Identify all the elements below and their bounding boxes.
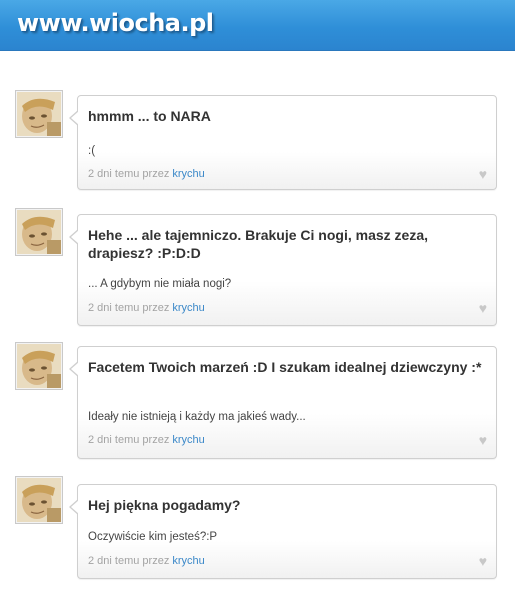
comment-title: Hej piękna pogadamy? [88,497,241,513]
bubble-pointer-fill [71,111,79,125]
reply-text: Ideały nie istnieją i każdy ma jakieś wa… [88,411,306,423]
user-photo-icon [17,210,61,254]
avatar[interactable] [15,90,63,138]
heart-icon[interactable]: ♥ [479,433,487,447]
author-link[interactable]: krychu [172,555,204,567]
author-link[interactable]: krychu [172,168,204,180]
site-logo[interactable]: www.wiocha.pl [17,9,214,37]
comment-bubble: Facetem Twoich marzeń :D I szukam idealn… [69,346,497,459]
comment-meta: 2 dni temu przez krychu [88,434,205,446]
comment-meta: 2 dni temu przez krychu [88,168,205,180]
reply-text: ... A gdybym nie miała nogi? [88,278,232,290]
top-bar: www.wiocha.pl [0,0,515,51]
comment-title: hmmm ... to NARA [88,108,211,124]
comment-bubble: Hehe ... ale tajemniczo. Brakuje Ci nogi… [69,214,497,326]
user-photo-icon [17,478,61,522]
comment-title: Facetem Twoich marzeń :D I szukam idealn… [88,359,482,375]
comment-meta: 2 dni temu przez krychu [88,555,205,567]
avatar[interactable] [15,476,63,524]
bubble-pointer-fill [71,362,79,376]
heart-icon[interactable]: ♥ [479,554,487,568]
bubble-pointer-fill [71,500,79,514]
author-link[interactable]: krychu [172,434,204,446]
comment-meta: 2 dni temu przez krychu [88,302,205,314]
heart-icon[interactable]: ♥ [479,167,487,181]
reply-text: Oczywiście kim jesteś?:P [88,531,218,543]
time-ago: 2 dni temu przez [88,555,170,567]
time-ago: 2 dni temu przez [88,302,170,314]
bubble-pointer-fill [71,230,79,244]
avatar[interactable] [15,208,63,256]
comment-title: Hehe ... ale tajemniczo. Brakuje Ci nogi… [88,227,428,261]
user-photo-icon [17,92,61,136]
author-link[interactable]: krychu [172,302,204,314]
user-photo-icon [17,344,61,388]
comment-bubble: Hej piękna pogadamy? Oczywiście kim jest… [69,484,497,579]
comment-bubble: hmmm ... to NARA :( 2 dni temu przez kry… [69,95,497,190]
time-ago: 2 dni temu przez [88,168,170,180]
heart-icon[interactable]: ♥ [479,301,487,315]
avatar[interactable] [15,342,63,390]
time-ago: 2 dni temu przez [88,434,170,446]
reply-text: :( [88,145,96,157]
